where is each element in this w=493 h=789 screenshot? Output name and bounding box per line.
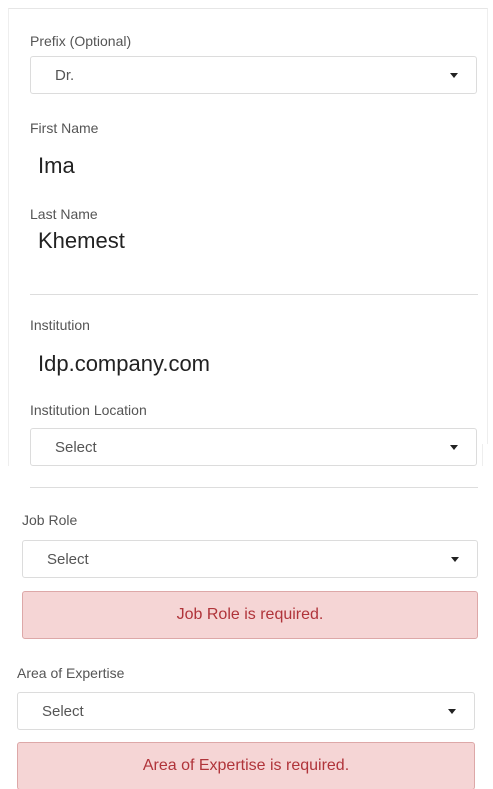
area-of-expertise-error-alert: Area of Expertise is required. (17, 742, 475, 789)
institution-value[interactable]: Idp.company.com (38, 351, 210, 377)
caret-down-icon (448, 709, 456, 714)
institution-location-select[interactable]: Select (30, 428, 477, 466)
profile-form: Prefix (Optional) Dr. First Name Ima Las… (0, 0, 493, 789)
prefix-select[interactable]: Dr. (30, 56, 477, 94)
first-name-value[interactable]: Ima (38, 153, 75, 179)
last-name-value[interactable]: Khemest (38, 228, 125, 254)
job-role-select[interactable]: Select (22, 540, 478, 578)
area-of-expertise-selected-value: Select (42, 703, 84, 720)
job-role-error-alert: Job Role is required. (22, 591, 478, 639)
institution-location-selected-value: Select (55, 439, 97, 456)
job-role-label: Job Role (22, 512, 78, 528)
section-divider-2 (30, 487, 478, 488)
prefix-label: Prefix (Optional) (30, 33, 132, 49)
first-name-label: First Name (30, 120, 99, 136)
section-divider (30, 294, 478, 295)
caret-down-icon (450, 73, 458, 78)
institution-location-label: Institution Location (30, 402, 147, 418)
prefix-selected-value: Dr. (55, 67, 75, 84)
last-name-label: Last Name (30, 206, 98, 222)
caret-down-icon (450, 445, 458, 450)
institution-label: Institution (30, 317, 90, 333)
area-of-expertise-select[interactable]: Select (17, 692, 475, 730)
caret-down-icon (451, 557, 459, 562)
area-of-expertise-label: Area of Expertise (17, 665, 125, 681)
job-role-selected-value: Select (47, 551, 89, 568)
